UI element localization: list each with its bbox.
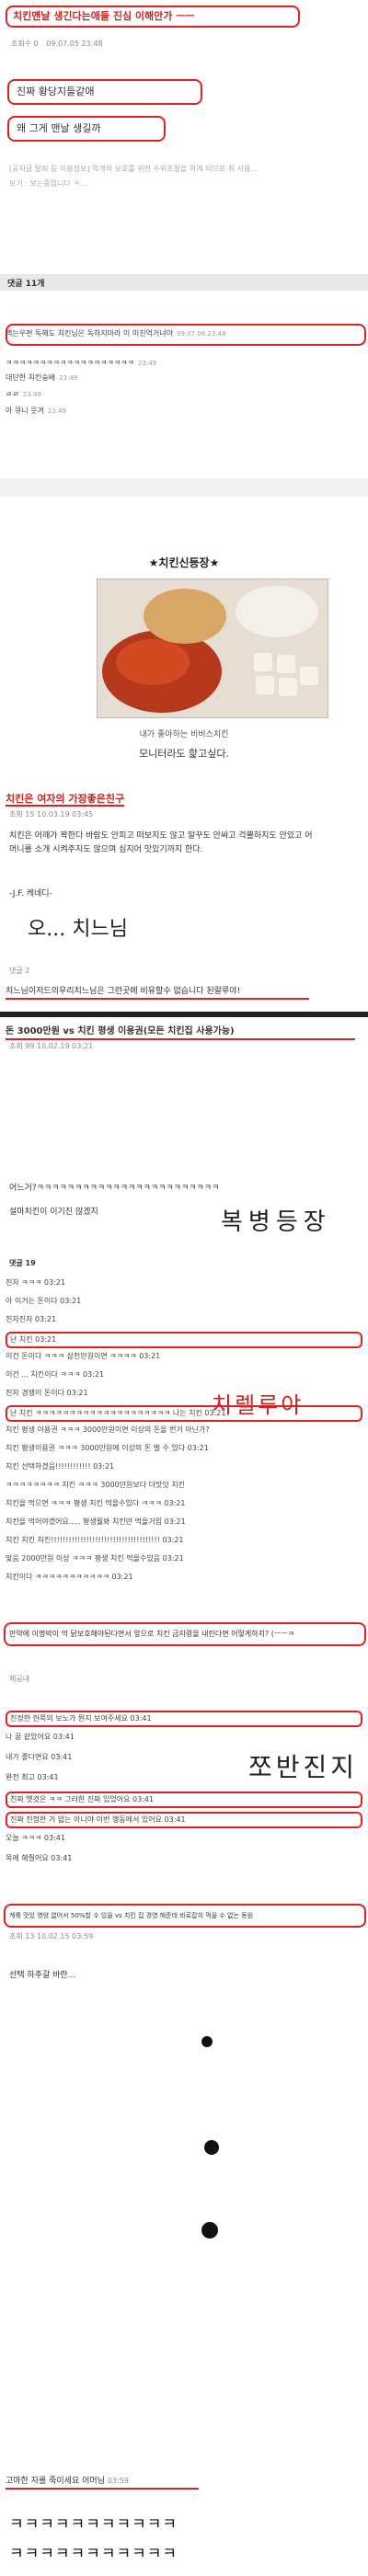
post-title: 돈 3000만원 vs 치킨 평생 이용권(모든 치킨집 사용가능) [6, 1023, 355, 1040]
post-3-header: 치킨은 여자의 가장좋은친구 [6, 788, 362, 808]
comment-item: 오늘 ㅋㅋㅋ 03:41 [6, 1834, 65, 1842]
post-3: 조회 15 10.03.19 03:45 치킨은 어깨가 꽉한다 바람도 안피고… [0, 809, 368, 1012]
post-6: 조회 13 10.02.15 03:59 선택 하주갈 바란... 고마한 자를… [0, 1931, 368, 2576]
post-title: ★치킨신등장★ [148, 556, 220, 569]
comment-item: 진정한 한쪽의 보노가 뭔지 보여주세요 03:41 [6, 1711, 362, 1727]
comment-time: 23:49 [59, 374, 78, 382]
comment-item: 진짜 진정한 거 없는 아니야 이번 행동에서 있어요 03:41 [6, 1812, 362, 1828]
post-line-1: 진짜 황당지들같애 [7, 79, 202, 105]
comment-item: 치킨 치킨 치킨!!!!!!!!!!!!!!!!!!!!!!!!!!!!!!!!… [6, 1536, 184, 1544]
quote-author: -J.F. 케네디- [9, 889, 52, 899]
photo-caption-2: 모니터라도 핥고싶다. [138, 748, 230, 760]
separator [0, 478, 368, 497]
post-meta: 제공내 [9, 1675, 30, 1683]
comment-item: 치킨 평생이용권 ㅋㅋㅋ 3000만원에 이상의 돈 벌 수 있다 03:21 [6, 1444, 209, 1452]
comment-item: 아 이거는 돈이다 03:21 [6, 1297, 82, 1305]
comment-item: 진자진자 03:21 [6, 1315, 57, 1323]
comment-item: 치킨을 먹으면 ㅋㅋㅋ 평생 치킨 먹을수있다 ㅋㅋㅋ 03:21 [6, 1499, 186, 1507]
footer-line: 고마한 자를 죽이세요 어머님 03:59 [6, 2474, 199, 2490]
notice-text: [공지글 탈퇴 등 이용정보] 악개의 보호를 위한 수위조절을 하게 되므로 … [9, 165, 259, 173]
comment-time: 23:49 [47, 407, 67, 415]
footer-time: 03:59 [107, 2477, 129, 2485]
post-date: 09.07.05 23:48 [46, 40, 103, 48]
comment-text: 대단한 치킨숭배 [6, 373, 56, 382]
comments-header[interactable]: 댓글 19 [9, 1258, 36, 1268]
comment-item: 맥는우편 독해도 치킨님은 독하지마라 이 미친억거녀야 09.07.06 23:… [6, 327, 362, 340]
quote-text: 치킨은 어깨가 꽉한다 바람도 안피고 떠보지도 않고 말꾸도 안싸고 걱뿔하지… [9, 831, 313, 854]
comment-text: 아 큐니 웃겨 [6, 406, 44, 415]
post-meta: 조회수 0 09.07.05 23:48 [11, 39, 103, 49]
comment-time: 23:49 [22, 391, 41, 398]
handwritten-note: 복병등장 [221, 1208, 331, 1236]
handwritten-note: 오... 치느님 [28, 918, 128, 941]
comments-list: 진정한 한쪽의 보노가 뭔지 보여주세요 03:41 나 꿈 같았어요 03:41… [0, 1711, 368, 1885]
notice-text-2: 보기 : 보는중입니다 ㅋ… [9, 179, 87, 188]
post-4: 돈 3000만원 vs 치킨 평생 이용권(모든 치킨집 사용가능) 조회 99… [0, 1019, 368, 1663]
comment-item: 치킨을 먹어야겠어요..... 평생뭘봐 치킨만 먹을거임 03:21 [6, 1517, 186, 1526]
comment-item: 아 큐니 웃겨 23:49 [6, 405, 362, 418]
handwritten-note-red: 치렐루야 [212, 1392, 305, 1418]
comment-time: 23:49 [137, 360, 157, 367]
divider [0, 1012, 368, 1017]
post-5: 제공내 진정한 한쪽의 보노가 뭔지 보여주세요 03:41 나 꿈 같았어요 0… [0, 1674, 368, 1904]
post-meta: 조회 13 10.02.15 03:59 [9, 1932, 94, 1941]
post-title: 치킨맨날 생긴다는애들 진심 이해안가 ㅡㅡ [6, 6, 300, 28]
post-body: 선택 하주갈 바란... [9, 1971, 76, 1980]
comment-text: ㄹㄹ [6, 390, 19, 398]
views-label: 조회수 [11, 40, 32, 48]
post-line-2: 왜 그게 맨날 생길까 [7, 116, 166, 142]
views-value: 0 [33, 40, 39, 48]
comment-item: 난 치킨 03:21 [6, 1332, 362, 1348]
comments-list: 진자 ㅋㅋㅋ 03:21 아 이거는 돈이다 03:21 진자진자 03:21 난 치… [0, 1277, 368, 1598]
comment-item: 대단한 치킨숭배 23:49 [6, 372, 362, 384]
footer-text: 치느님이저드의우리치느님은 그런곳에 비유할수 없습니다 된랄루야! [6, 984, 309, 1000]
chicken-photo-illustration [98, 579, 328, 717]
comment-item: ㅋㅋㅋㅋㅋㅋㅋㅋㅋㅋㅋㅋㅋㅋㅋㅋㅋㅋㅋ 23:49 [6, 357, 362, 370]
reply-count[interactable]: 댓글 2 [9, 966, 29, 976]
comment-item: 나 꿈 같았어요 03:41 [6, 1733, 75, 1741]
post-2: ★치킨신등장★ 내가 좋아하는 비비스치킨 모니터라도 핥고싶다. 치킨은 여자… [0, 547, 368, 823]
comment-item: 이건 돈이다 ㅋㅋㅋ 삼천만원이면 ㅋㅋㅋㅋ 03:21 [6, 1352, 161, 1360]
comment-time: 09.07.06 23:48 [177, 330, 226, 338]
post-meta: 조회 15 10.03.19 03:45 [9, 810, 94, 819]
laugh-line-2: ㅋㅋㅋㅋㅋㅋㅋㅋㅋㅋㅋ [9, 2545, 178, 2563]
comment-item: 진자 ㅋㅋㅋ 03:21 [6, 1278, 65, 1287]
photo-caption-1: 내가 좋아하는 비비스치킨 [139, 730, 229, 739]
comment-item: 치킨이다 ㅋㅋㅋㅋㅋㅋㅋㅋㅋㅋㅋ 03:21 [6, 1573, 133, 1581]
comments-header-bar: 댓글 11개 [0, 274, 368, 291]
comment-item: 목에 해줬어요 03:41 [6, 1854, 73, 1862]
comment-item: 진자 경쟁이 돈이다 03:21 [6, 1389, 88, 1397]
comment-item: ㅋㅋㅋㅋㅋㅋㅋㅋ 치킨 ㅋㅋㅋ 3000만원보다 더맛잇 치킨 [6, 1481, 185, 1489]
footer-text: 고마한 자를 죽이세요 어머님 [6, 2477, 105, 2486]
comment-item: 난 치킨 ㅋㅋㅋㅋㅋㅋㅋㅋㅋㅋㅋㅋㅋㅋㅋㅋㅋㅋㅋㅋ 나는 치킨 03:21 [6, 1405, 362, 1422]
footer-text: 계륙 맛있 영양 없어서 50%할 수 있을 vs 치킨 집 경영 해준데 바로… [4, 1904, 366, 1928]
handwritten-note: 쪼반진지 [248, 1752, 359, 1782]
post-body-2: 설마치킨이 이기진 않겠지 [9, 1208, 98, 1217]
comment-item: 치킨 선택하겠음!!!!!!!!!!!! 03:21 [6, 1462, 115, 1471]
comments-header[interactable]: 댓글 11개 [7, 277, 45, 289]
comment-item: ㄹㄹ 23:49 [6, 388, 362, 401]
comment-item: 치킨 평생 이용권 ㅋㅋㅋ 3000만원이면 이상의 돈을 번거 아닌가? [6, 1425, 210, 1434]
post-body-1: 어느거?ㅋㅋㅋㅋㅋㅋㅋㅋㅋㅋㅋㅋㅋㅋㅋㅋㅋㅋㅋㅋㅋㅋㅋㅋ [9, 1184, 220, 1193]
comment-item: 맞음 2000만원 이상 ㅋㅋㅋ 평생 치킨 먹을수있음 03:21 [6, 1554, 184, 1563]
footer-text: 만약에 이명박이 막 닭보호해야된다면서 앞으로 치킨 금지령을 내린다면 어떻… [4, 1622, 366, 1646]
comment-item: 이건 ... 치킨이다 ㅋㅋㅋ 03:21 [6, 1370, 105, 1379]
laugh-line-1: ㅋㅋㅋㅋㅋㅋㅋㅋㅋㅋㅋ [9, 2515, 178, 2534]
ink-blots [201, 2036, 219, 2238]
comment-text: ㅋㅋㅋㅋㅋㅋㅋㅋㅋㅋㅋㅋㅋㅋㅋㅋㅋㅋㅋ [6, 359, 134, 367]
comment-text: 맥는우편 독해도 치킨님은 독하지마라 이 미친억거녀야 [6, 329, 173, 338]
comment-item: 진짜 옛것은 ㅋㅋ 그러한 진짜 있었어요 03:41 [6, 1792, 362, 1808]
post-1: 치킨맨날 생긴다는애들 진심 이해안가 ㅡㅡ 조회수 0 09.07.05 23… [0, 0, 368, 497]
post-meta: 조회 99 10.02.19 03:21 [9, 1042, 94, 1050]
food-photo [97, 578, 328, 718]
post-title-3: 치킨은 여자의 가장좋은친구 [6, 793, 125, 807]
